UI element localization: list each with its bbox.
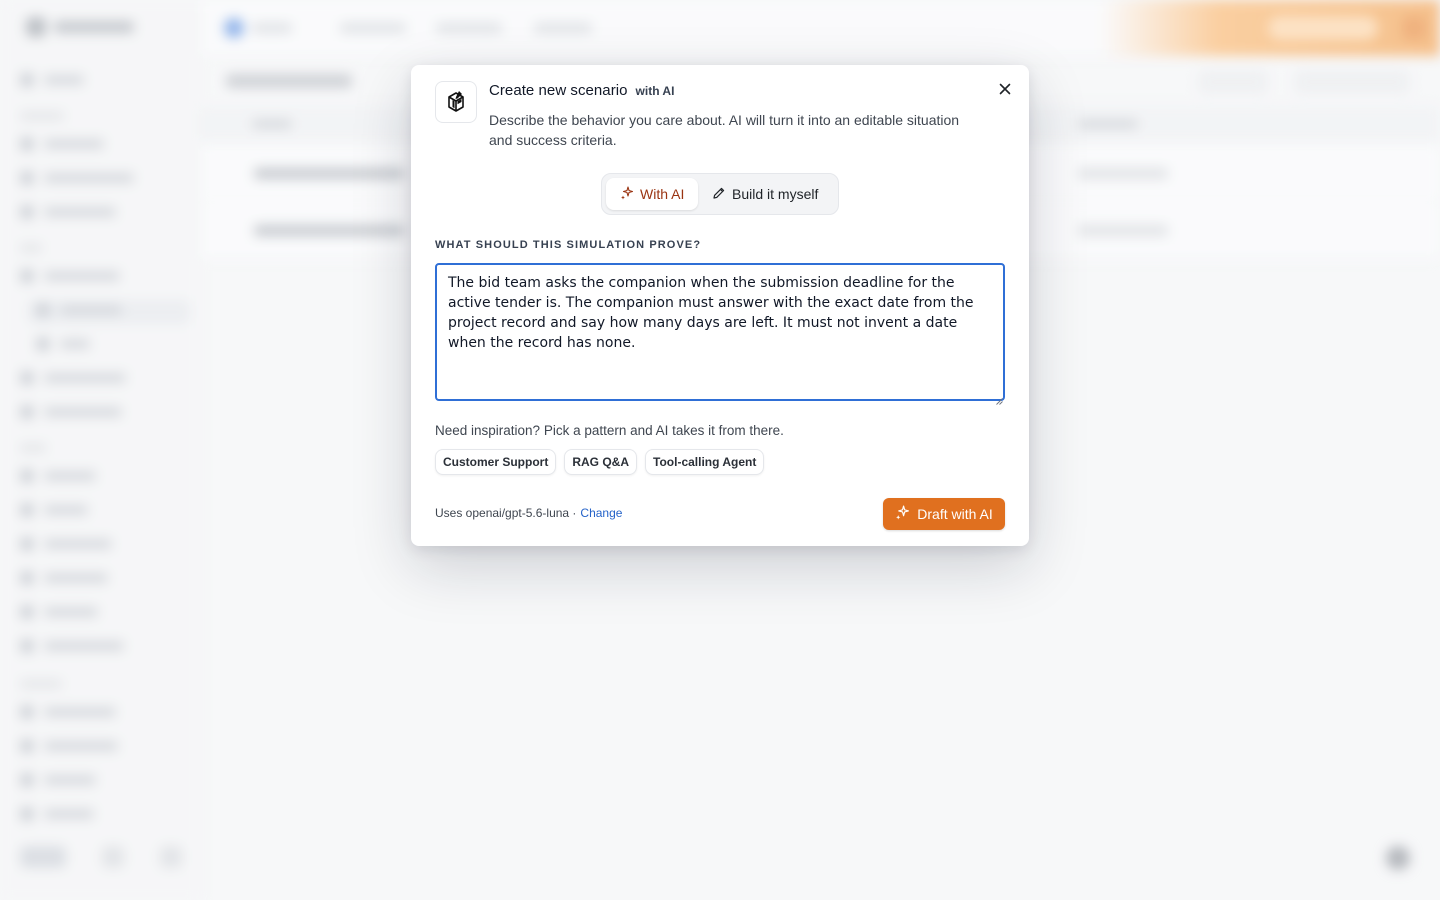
inspiration-text: Need inspiration? Pick a pattern and AI …: [435, 423, 784, 438]
prompt-label: WHAT SHOULD THIS SIMULATION PROVE?: [435, 239, 702, 251]
change-model-link[interactable]: Change: [580, 506, 622, 520]
draft-with-ai-label: Draft with AI: [917, 506, 993, 522]
build-it-myself-tab[interactable]: Build it myself: [702, 178, 834, 210]
model-info: Uses openai/gpt-5.6-luna · Change: [435, 506, 622, 520]
chip-tool-calling-agent[interactable]: Tool-calling Agent: [645, 449, 765, 475]
dialog-title: Create new scenario: [489, 82, 628, 99]
with-ai-tab[interactable]: With AI: [606, 178, 698, 210]
build-it-myself-label: Build it myself: [732, 186, 819, 202]
scenario-prompt-input[interactable]: The bid team asks the companion when the…: [435, 263, 1005, 401]
with-ai-label: With AI: [640, 186, 685, 202]
scenario-icon: [435, 81, 477, 123]
create-scenario-dialog: Create new scenario with AI Describe the…: [411, 65, 1029, 546]
chip-customer-support[interactable]: Customer Support: [435, 449, 557, 475]
sparkles-icon: [620, 185, 634, 203]
model-label: Uses openai/gpt-5.6-luna ·: [435, 506, 577, 520]
close-icon[interactable]: [995, 79, 1015, 99]
resize-handle[interactable]: [996, 392, 1003, 405]
chip-rag-qa[interactable]: RAG Q&A: [564, 449, 638, 475]
pencil-icon: [712, 186, 726, 203]
dialog-description: Describe the behavior you care about. AI…: [489, 112, 960, 148]
ai-badge: with AI: [635, 84, 675, 98]
draft-with-ai-button[interactable]: Draft with AI: [883, 498, 1005, 530]
dialog-title-row: Create new scenario with AI: [489, 82, 674, 99]
pattern-chips: Customer Support RAG Q&A Tool-calling Ag…: [435, 449, 765, 475]
mode-toggle: With AI Build it myself: [601, 173, 839, 215]
sparkles-icon: [895, 505, 910, 523]
